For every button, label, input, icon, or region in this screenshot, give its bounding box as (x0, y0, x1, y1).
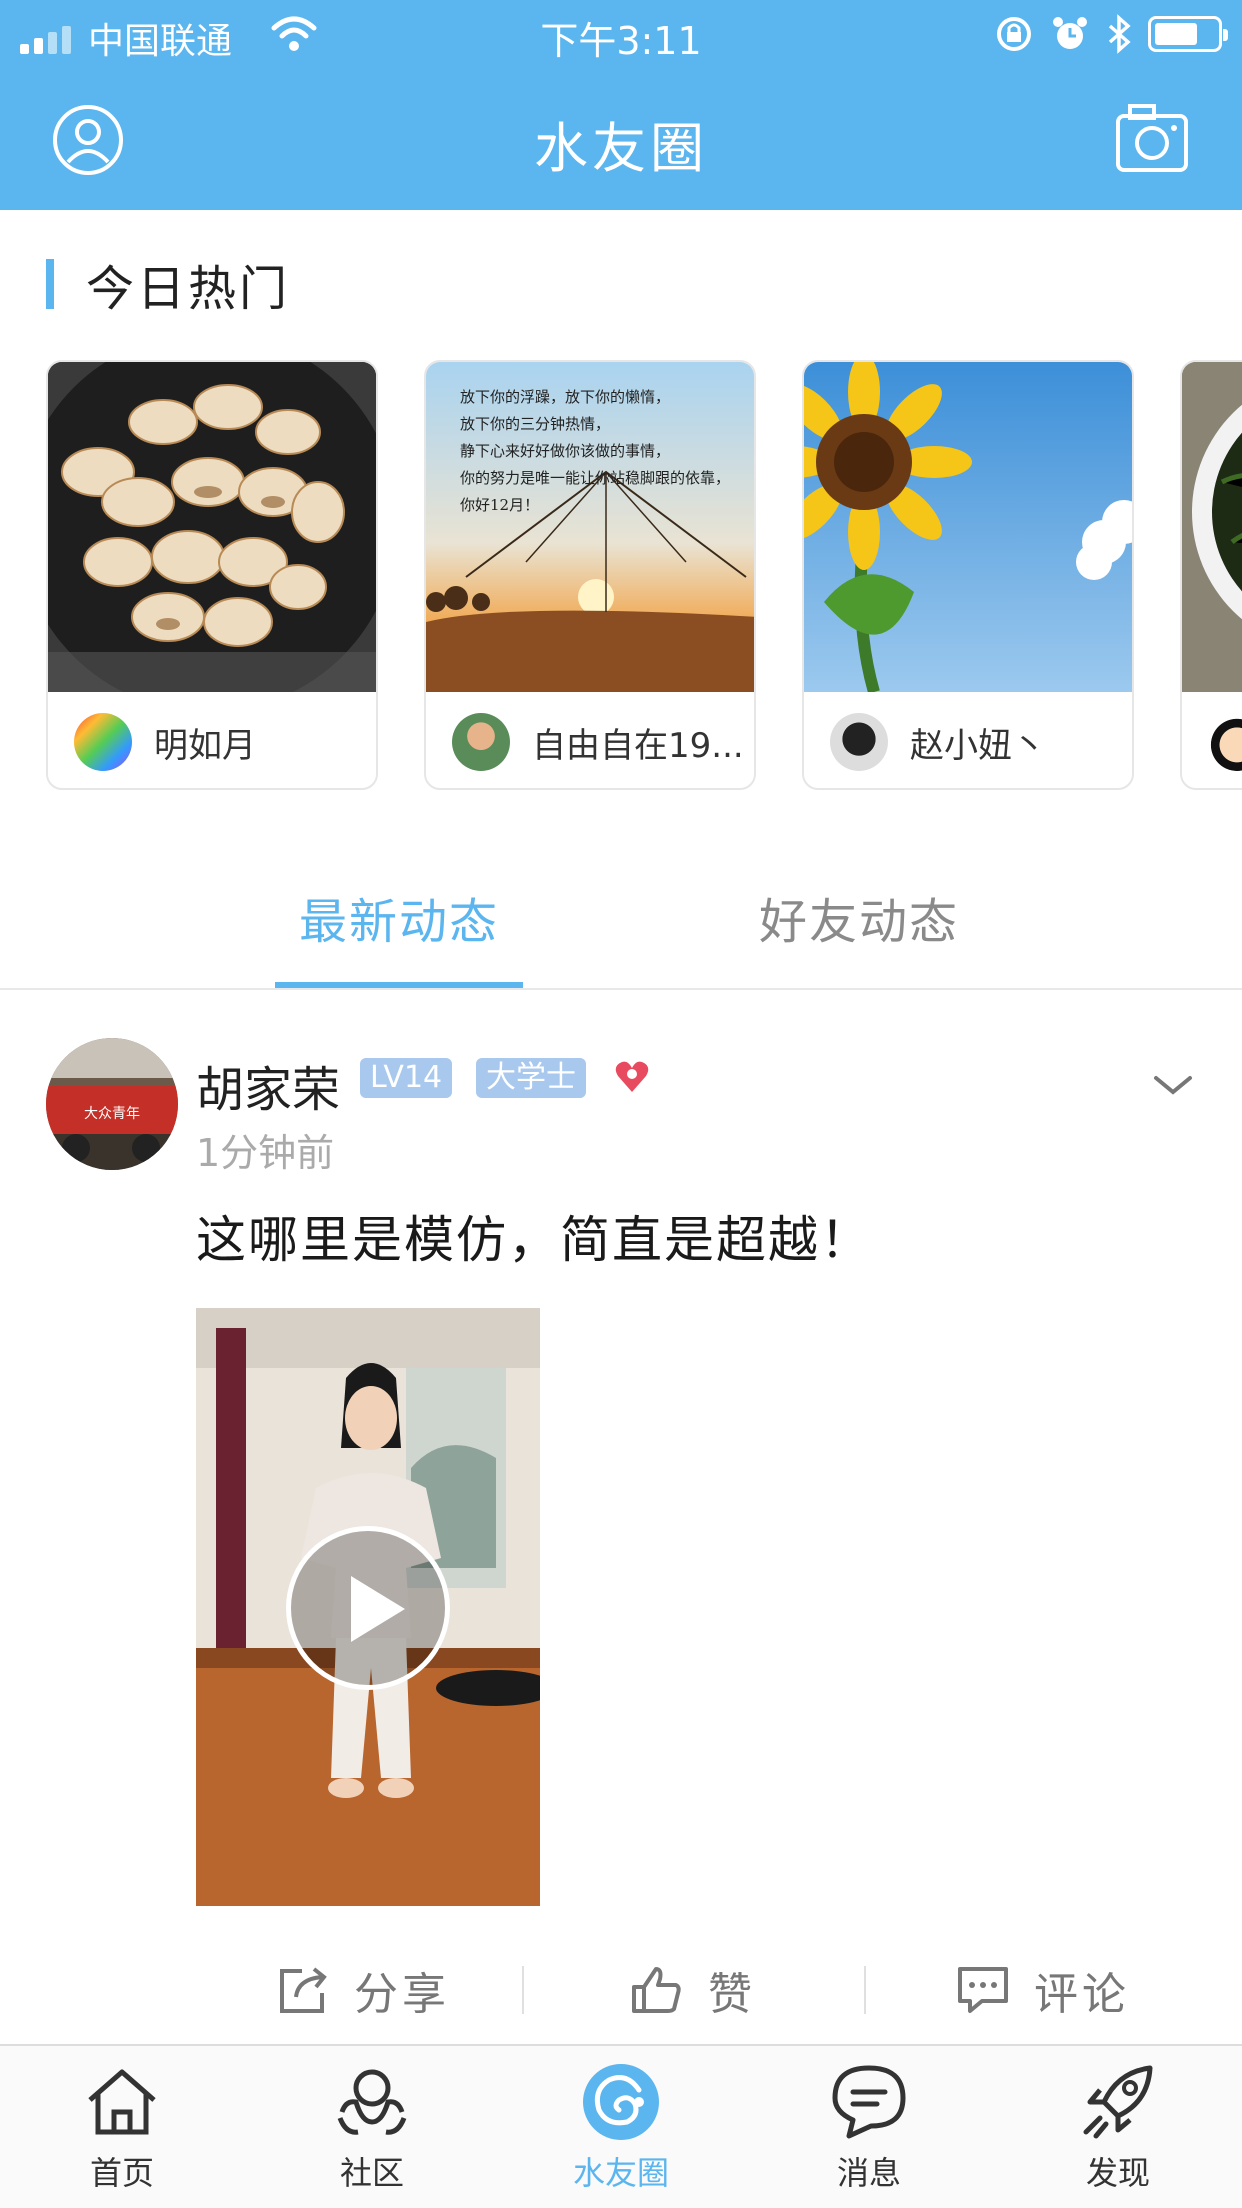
card-username: 赵小妞丶 (910, 725, 1046, 766)
home-icon (88, 2069, 156, 2135)
tab-latest[interactable]: 最新动态 (299, 882, 499, 952)
avatar-banner-text: 大众青年 (84, 1106, 140, 1122)
level-badge: LV14 (360, 1058, 453, 1098)
card-image-sunset-quote: 放下你的浮躁，放下你的懒惰， 放下你的三分钟热情， 静下心来好好做你该做的事情，… (426, 362, 754, 692)
bluetooth-icon (1108, 14, 1131, 54)
tabbar-community[interactable]: 社区 (292, 2046, 452, 2208)
share-label: 分享 (354, 1969, 450, 2020)
like-label: 赞 (708, 1969, 756, 2020)
avatar (830, 713, 888, 771)
avatar (452, 713, 510, 771)
tabbar-label: 消息 (836, 2154, 901, 2192)
bottom-tab-bar: 首页 社区 水友圈 消息 发现 (0, 2044, 1242, 2208)
card-username: 明如月 (154, 725, 256, 766)
message-icon (832, 2065, 906, 2139)
tabbar-water-circle[interactable]: 水友圈 (541, 2046, 701, 2208)
card-image-dumplings (48, 362, 376, 692)
tabbar-label: 水友圈 (572, 2154, 669, 2192)
card-image-dish (1182, 362, 1242, 692)
post-author-name[interactable]: 胡家荣 (196, 1050, 340, 1120)
thumbs-up-icon (632, 1967, 681, 2013)
avatar (1208, 713, 1242, 771)
comment-button[interactable]: 评论 (956, 1960, 1130, 2020)
hot-section-title: 今日热门 (86, 261, 291, 317)
share-icon (280, 1967, 327, 2013)
post-video[interactable] (196, 1308, 540, 1906)
card-image-sunflower (804, 362, 1132, 692)
section-accent-bar (46, 259, 54, 309)
feed-tabs: 最新动态 好友动态 (0, 850, 1242, 990)
active-tab-indicator (275, 982, 523, 988)
hot-section-header: 今日热门 (46, 256, 290, 317)
alarm-icon (1053, 17, 1087, 49)
tabbar-home[interactable]: 首页 (42, 2046, 202, 2208)
camera-icon[interactable] (1114, 100, 1190, 176)
play-icon[interactable] (286, 1526, 450, 1690)
rocket-icon (1083, 2065, 1153, 2139)
hot-card[interactable]: 放下你的浮躁，放下你的懒惰， 放下你的三分钟热情， 静下心来好好做你该做的事情，… (424, 360, 756, 790)
page-title: 水友圈 (534, 117, 708, 180)
comment-label: 评论 (1034, 1969, 1130, 2020)
like-button[interactable]: 赞 (630, 1960, 756, 2020)
hot-card[interactable] (1180, 360, 1242, 790)
tab-friends[interactable]: 好友动态 (759, 882, 959, 952)
tabbar-label: 社区 (339, 2154, 404, 2192)
divider (864, 1966, 866, 2014)
post-time: 1分钟前 (196, 1131, 335, 1175)
chevron-down-icon[interactable] (1150, 1070, 1196, 1100)
divider (522, 1966, 524, 2014)
heart-badge-icon (615, 1061, 649, 1092)
card-username: 自由自在19... (532, 725, 744, 766)
status-bar: 中国联通 下午3:11 (0, 0, 1242, 70)
post-actions: 分享 赞 评论 (0, 1950, 1242, 2030)
hot-card[interactable]: 赵小妞丶 (802, 360, 1134, 790)
avatar (74, 713, 132, 771)
quote-overlay: 放下你的浮躁，放下你的懒惰， 放下你的三分钟热情， 静下心来好好做你该做的事情，… (460, 388, 731, 514)
share-button[interactable]: 分享 (276, 1960, 450, 2020)
tabbar-label: 发现 (1085, 2154, 1150, 2192)
comment-icon (958, 1967, 1008, 2013)
rotation-lock-icon (997, 17, 1031, 51)
post-author-avatar[interactable]: 大众青年 (46, 1038, 178, 1170)
battery-icon (1148, 16, 1228, 52)
top-bar: 中国联通 下午3:11 水友圈 (0, 0, 1242, 210)
tabbar-discover[interactable]: 发现 (1038, 2046, 1198, 2208)
post-text: 这哪里是模仿，简直是超越！ (196, 1211, 872, 1269)
water-circle-icon (583, 2064, 659, 2140)
hot-card[interactable]: 明如月 (46, 360, 378, 790)
tabbar-label: 首页 (89, 2154, 154, 2192)
community-icon (337, 2069, 407, 2135)
title-badge: 大学士 (476, 1058, 586, 1098)
hot-cards-carousel[interactable]: 明如月 放下你的浮躁，放下你的懒惰， 放下你的三分钟热情， 静下心来好好做你该做… (46, 360, 1242, 792)
tabbar-messages[interactable]: 消息 (789, 2046, 949, 2208)
